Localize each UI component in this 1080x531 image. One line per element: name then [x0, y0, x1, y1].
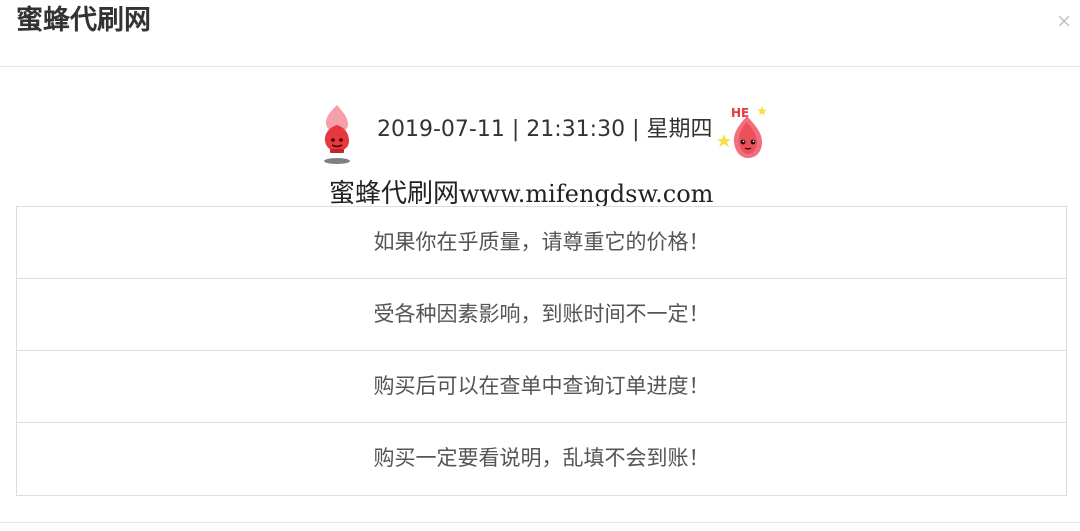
- clock-separator: |: [511, 117, 520, 142]
- modal-header: 蜜蜂代刷网 ×: [0, 0, 1080, 67]
- site-name: 蜜蜂代刷网: [329, 179, 460, 209]
- he-flame-mascot-icon: HE: [717, 106, 767, 158]
- notice-list: 如果你在乎质量，请尊重它的价格！ 受各种因素影响，到账时间不一定！ 购买后可以在…: [16, 206, 1067, 496]
- close-button[interactable]: ×: [1056, 9, 1072, 33]
- red-flame-mascot-icon: [324, 105, 350, 164]
- clock-display: 2019-07-11 | 21:31:30 | 星期四: [377, 116, 713, 144]
- modal-title: 蜜蜂代刷网: [16, 5, 151, 36]
- clock-time: 21:31:30: [526, 117, 626, 142]
- list-item: 受各种因素影响，到账时间不一定！: [17, 279, 1066, 351]
- list-item: 购买后可以在查单中查询订单进度！: [17, 351, 1066, 423]
- clock-date: 2019-07-11: [377, 117, 505, 142]
- modal-footer-divider: [0, 522, 1080, 523]
- notice-modal: 蜜蜂代刷网 × 2019-07-11 | 21:31:30 | 星期四 HE 蜜…: [0, 0, 1080, 531]
- list-item: 购买一定要看说明，乱填不会到账！: [373, 446, 710, 470]
- site-url: www.mifengdsw.com: [459, 180, 714, 208]
- clock-row: 2019-07-11 | 21:31:30 | 星期四 HE: [0, 100, 1080, 164]
- list-item: 如果你在乎质量，请尊重它的价格！: [17, 207, 1066, 279]
- clock-weekday: 星期四: [646, 117, 713, 142]
- clock-separator: |: [632, 117, 640, 142]
